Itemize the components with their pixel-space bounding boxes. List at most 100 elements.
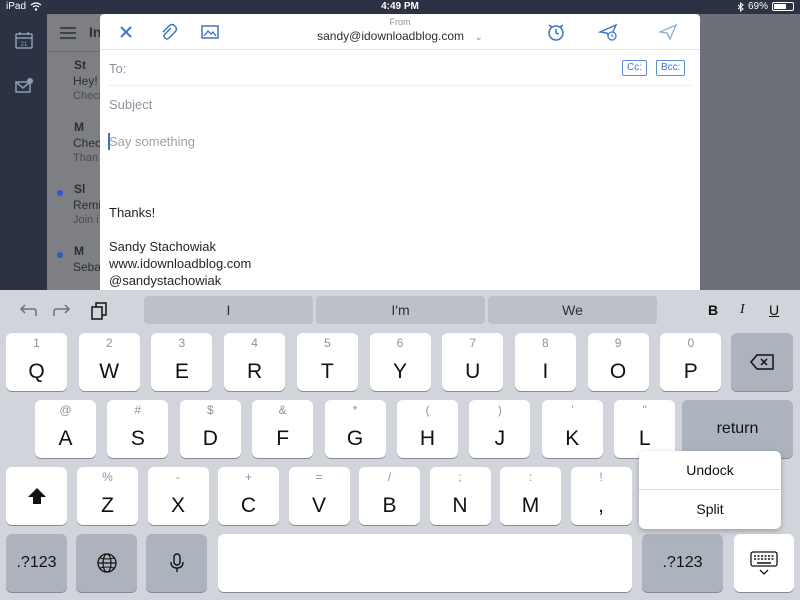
send-later-icon[interactable] <box>598 22 618 42</box>
key-label: D <box>202 427 218 450</box>
signature-handle: @sandystachowiak <box>109 273 222 288</box>
paste-icon[interactable] <box>88 301 110 321</box>
dictation-key[interactable] <box>146 534 207 592</box>
key-w[interactable]: 2W <box>78 333 140 391</box>
key-t[interactable]: 5T <box>296 333 358 391</box>
key-j[interactable]: ) J <box>469 400 531 458</box>
suggestion-3[interactable]: We <box>488 296 657 324</box>
to-row[interactable]: To: Cc: Bcc: <box>108 50 692 86</box>
key-o[interactable]: 9O <box>587 333 649 391</box>
key-b[interactable]: / B <box>359 467 420 525</box>
menu-icon[interactable] <box>60 27 76 39</box>
key-z[interactable]: % Z <box>77 467 138 525</box>
send-icon[interactable] <box>658 22 678 42</box>
key-g[interactable]: * G <box>324 400 386 458</box>
key-hint: $ <box>206 403 214 417</box>
numbers-key-left[interactable]: .?123 <box>6 534 67 592</box>
redo-icon[interactable] <box>52 301 74 321</box>
to-label: To: <box>109 61 127 76</box>
key-y[interactable]: 6Y <box>369 333 431 391</box>
numbers-label: .?123 <box>16 554 57 571</box>
item-subject: Chec <box>73 136 102 150</box>
signature[interactable]: Thanks! Sandy Stachowiak www.idownloadbl… <box>109 204 251 289</box>
bold-button[interactable]: B <box>708 302 718 318</box>
list-item[interactable]: Sl Remi Join i <box>47 176 102 238</box>
list-item[interactable]: St Hey! Check <box>47 52 102 114</box>
key-k[interactable]: ’ K <box>541 400 603 458</box>
undo-icon[interactable] <box>16 301 38 321</box>
key-label: K <box>565 427 580 450</box>
key-n[interactable]: ; N <box>429 467 491 525</box>
key-label: , <box>598 494 604 517</box>
item-preview: Join i <box>73 214 99 226</box>
underline-button[interactable]: U <box>769 302 779 318</box>
key-hint: ’ <box>570 403 574 417</box>
key-label: X <box>170 494 185 517</box>
key-u[interactable]: 7U <box>442 333 504 391</box>
key-hint: 0 <box>687 336 695 350</box>
undock-option[interactable]: Undock <box>639 451 781 490</box>
key-l[interactable]: " L <box>614 400 676 458</box>
globe-icon <box>96 553 117 573</box>
hide-keyboard-key[interactable] <box>734 534 794 592</box>
key-hint: = <box>315 470 323 484</box>
key-label: U <box>465 360 481 383</box>
subject-field[interactable]: Subject <box>108 86 692 122</box>
key-r[interactable]: 4R <box>224 333 286 391</box>
key-f[interactable]: & F <box>252 400 314 458</box>
list-item[interactable]: M Chec Than <box>47 114 102 176</box>
bcc-button[interactable]: Bcc: <box>656 60 686 76</box>
key-hint: 1 <box>33 336 40 350</box>
key-s[interactable]: # S <box>107 400 169 458</box>
key-q[interactable]: 1Q <box>6 333 67 391</box>
key-i[interactable]: 8I <box>514 333 576 391</box>
key-hint: 8 <box>542 336 549 350</box>
key-label: A <box>58 427 73 450</box>
key-h[interactable]: (H <box>397 400 458 458</box>
globe-key[interactable] <box>76 534 137 592</box>
chevron-down-icon: ⌄ <box>474 32 483 43</box>
key-x[interactable]: -X <box>147 467 209 525</box>
keyboard-undock-menu: Undock Split <box>639 451 781 529</box>
split-option[interactable]: Split <box>639 490 781 529</box>
backspace-icon <box>750 354 774 370</box>
key-hint: 5 <box>323 336 331 350</box>
shift-icon <box>27 488 46 504</box>
return-key[interactable]: return <box>682 400 793 458</box>
shift-key[interactable] <box>6 467 67 525</box>
key-d[interactable]: $ D <box>179 400 241 458</box>
suggestion-2[interactable]: I'm <box>316 296 485 324</box>
key-p[interactable]: 0P <box>660 333 722 391</box>
key-hint: 3 <box>178 336 186 350</box>
key-label: J <box>494 427 506 450</box>
backspace-key[interactable] <box>731 333 793 391</box>
suggestion-1[interactable]: I <box>144 296 313 324</box>
signature-website: www.idownloadblog.com <box>109 256 252 271</box>
key-label: F <box>276 427 290 450</box>
key-label: Y <box>392 360 407 383</box>
key-label: N <box>452 494 468 517</box>
key-label: M <box>521 494 540 517</box>
key-label: Q <box>28 360 45 383</box>
mail-badge-icon[interactable] <box>14 76 34 96</box>
alarm-clock-icon[interactable] <box>546 22 566 42</box>
key-label: R <box>247 360 263 383</box>
cc-button[interactable]: Cc: <box>622 60 647 76</box>
key-comma[interactable]: !, <box>570 467 632 525</box>
key-e[interactable]: 3E <box>151 333 213 391</box>
calendar-icon[interactable]: 21 <box>14 30 34 50</box>
key-a[interactable]: @ A <box>35 400 96 458</box>
numbers-key-right[interactable]: .?123 <box>642 534 723 592</box>
key-m[interactable]: :M <box>500 467 561 525</box>
space-key[interactable] <box>218 534 632 592</box>
italic-button[interactable]: I <box>740 302 745 318</box>
body-placeholder-text: Say something <box>109 134 195 149</box>
key-c[interactable]: + C <box>218 467 279 525</box>
list-item[interactable]: M Seba <box>47 238 102 290</box>
status-time: 4:49 PM <box>381 1 419 12</box>
key-v[interactable]: = V <box>288 467 350 525</box>
body-field[interactable]: Say something <box>108 133 690 150</box>
key-hint: ! <box>599 470 603 484</box>
bluetooth-icon <box>737 1 744 12</box>
key-label: L <box>638 427 651 450</box>
